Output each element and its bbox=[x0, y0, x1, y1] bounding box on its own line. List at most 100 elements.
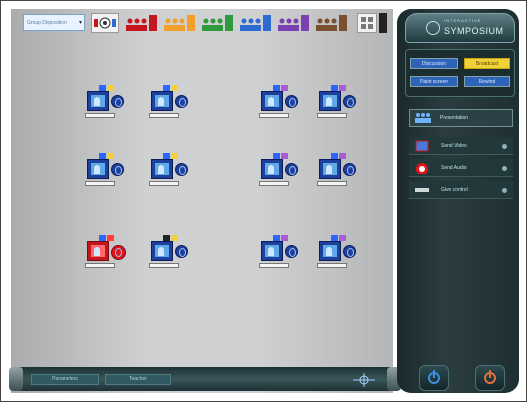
headset-icon bbox=[111, 163, 124, 176]
discussion-button[interactable]: Discussion bbox=[410, 58, 458, 69]
workstation[interactable] bbox=[147, 151, 193, 193]
group-purple-button[interactable] bbox=[277, 13, 309, 33]
toolbar-tag-dark bbox=[379, 13, 387, 33]
grid-layout-button[interactable] bbox=[357, 13, 377, 33]
chevron-right-icon bbox=[502, 188, 507, 193]
power-icon-bar bbox=[433, 370, 435, 378]
restart-button[interactable] bbox=[475, 365, 505, 391]
workstation[interactable] bbox=[257, 151, 303, 193]
presentation-button[interactable]: Presentation bbox=[409, 109, 513, 127]
bottom-bar-left-cap bbox=[9, 367, 23, 391]
broadcast-button[interactable]: Broadcast bbox=[464, 58, 510, 69]
keyboard-icon bbox=[259, 181, 289, 186]
keyboard-icon bbox=[259, 263, 289, 268]
send-audio-item[interactable]: Send Audio bbox=[409, 159, 513, 177]
keyboard-icon bbox=[149, 181, 179, 186]
headset-icon bbox=[175, 95, 188, 108]
user-figure bbox=[158, 247, 164, 256]
group-brown-button[interactable] bbox=[315, 13, 347, 33]
headset-icon bbox=[285, 95, 298, 108]
logo-small-text: INTERACTIVE bbox=[444, 18, 482, 23]
keyboard-icon bbox=[317, 181, 347, 186]
crosshair-icon[interactable] bbox=[353, 373, 375, 387]
keyboard-icon bbox=[85, 263, 115, 268]
user-figure bbox=[268, 165, 274, 174]
workstation[interactable] bbox=[147, 233, 193, 275]
group-select[interactable]: Group Disposition ▾ bbox=[23, 14, 85, 31]
chevron-right-icon bbox=[502, 144, 507, 149]
user-figure bbox=[326, 97, 332, 106]
user-figure bbox=[94, 247, 100, 256]
monitor-icon bbox=[261, 241, 283, 261]
send-video-item[interactable]: Send Video bbox=[409, 137, 513, 155]
user-figure bbox=[94, 97, 100, 106]
workstation[interactable] bbox=[83, 233, 129, 275]
monitor-icon bbox=[261, 159, 283, 179]
keyboard-icon bbox=[85, 181, 115, 186]
workstation[interactable] bbox=[315, 83, 361, 125]
monitor-icon bbox=[151, 241, 173, 261]
group-orange-button[interactable] bbox=[163, 13, 195, 33]
group-blue-button[interactable] bbox=[239, 13, 271, 33]
headset-icon bbox=[285, 245, 298, 258]
shutdown-button[interactable] bbox=[419, 365, 449, 391]
monitor-icon bbox=[151, 159, 173, 179]
monitor-icon bbox=[151, 91, 173, 111]
group-red-button[interactable] bbox=[125, 13, 157, 33]
all-groups-button[interactable] bbox=[91, 13, 119, 33]
keyboard-icon bbox=[149, 263, 179, 268]
headset-icon bbox=[343, 95, 356, 108]
workstation[interactable] bbox=[257, 83, 303, 125]
people-orange-icon bbox=[164, 18, 185, 31]
monitor-icon bbox=[87, 241, 109, 261]
send-audio-label: Send Audio bbox=[441, 165, 467, 171]
people-green-icon bbox=[202, 18, 223, 31]
user-figure bbox=[268, 97, 274, 106]
group-color-tag bbox=[263, 15, 271, 31]
headset-icon bbox=[285, 163, 298, 176]
broadcast-group-icon bbox=[94, 17, 116, 29]
workstation[interactable] bbox=[83, 151, 129, 193]
keyboard-icon bbox=[259, 113, 289, 118]
teacher-button[interactable]: Teacher bbox=[105, 374, 171, 385]
application-window: Group Disposition ▾ Parameters Teacher I… bbox=[0, 0, 527, 402]
people-brown-icon bbox=[316, 18, 337, 31]
power-alt-icon-bar bbox=[489, 370, 491, 378]
send-video-label: Send Video bbox=[441, 143, 467, 149]
group-color-tag bbox=[149, 15, 157, 31]
workstation[interactable] bbox=[257, 233, 303, 275]
group-select-value: Group Disposition bbox=[27, 20, 67, 26]
workstation[interactable] bbox=[147, 83, 193, 125]
group-color-tag bbox=[339, 15, 347, 31]
monitor-icon bbox=[261, 91, 283, 111]
monitor-icon bbox=[319, 241, 341, 261]
give-control-item[interactable]: Give control bbox=[409, 181, 513, 199]
group-color-tag bbox=[187, 15, 195, 31]
user-figure bbox=[158, 165, 164, 174]
keyboard-icon bbox=[85, 113, 115, 118]
user-figure bbox=[326, 165, 332, 174]
chevron-right-icon bbox=[502, 166, 507, 171]
keyboard-icon bbox=[149, 113, 179, 118]
parameters-button[interactable]: Parameters bbox=[31, 374, 99, 385]
headset-icon bbox=[111, 245, 126, 260]
paint-screen-button[interactable]: Paint screen bbox=[410, 76, 458, 87]
group-green-button[interactable] bbox=[201, 13, 233, 33]
classroom-stage bbox=[11, 9, 393, 393]
chevron-down-icon: ▾ bbox=[78, 20, 82, 26]
people-red-icon bbox=[126, 18, 147, 31]
group-color-tag bbox=[225, 15, 233, 31]
headset-icon bbox=[343, 245, 356, 258]
keyboard-icon bbox=[415, 188, 429, 192]
presentation-group-icon bbox=[415, 113, 431, 123]
monitor-icon bbox=[87, 91, 109, 111]
user-figure bbox=[268, 247, 274, 256]
workstation[interactable] bbox=[315, 151, 361, 193]
user-figure bbox=[94, 165, 100, 174]
workstation[interactable] bbox=[83, 83, 129, 125]
rewind-button[interactable]: Rewind bbox=[464, 76, 510, 87]
monitor-icon bbox=[319, 91, 341, 111]
presentation-label: Presentation bbox=[440, 115, 469, 121]
workstation[interactable] bbox=[315, 233, 361, 275]
mode-controls: Discussion Broadcast Paint screen Rewind bbox=[405, 49, 515, 97]
